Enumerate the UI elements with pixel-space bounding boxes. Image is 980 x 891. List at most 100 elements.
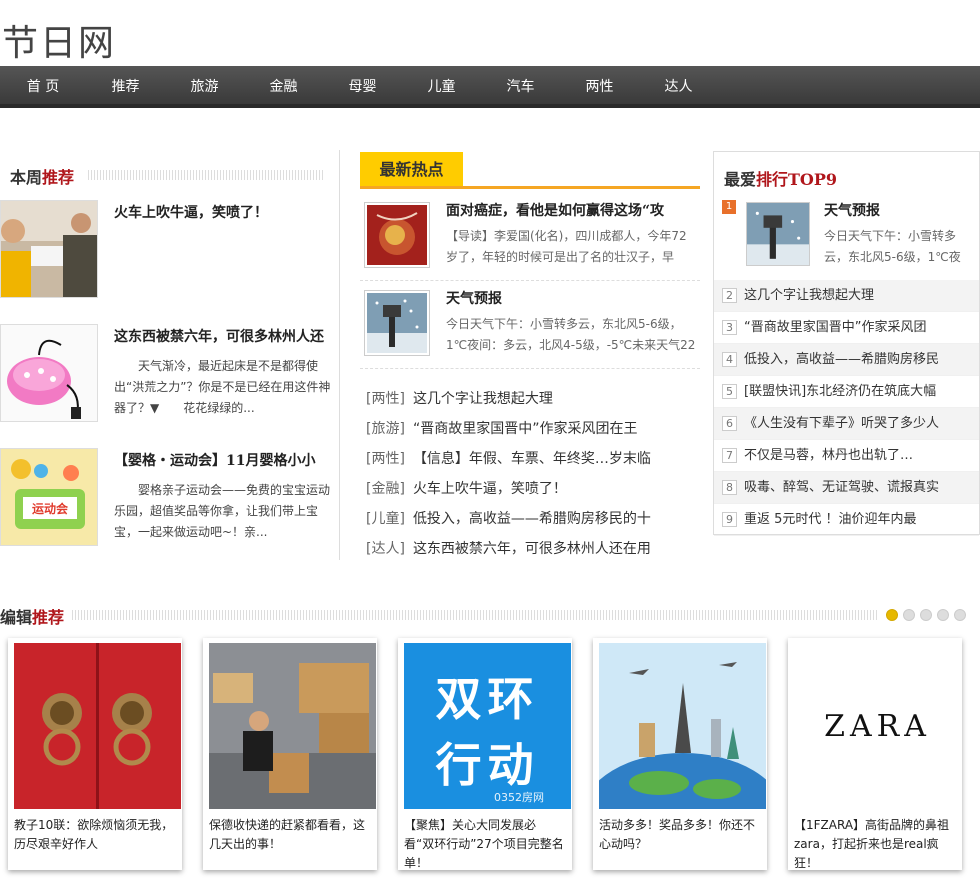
hot-list-text[interactable]: 这几个字让我想起大理 bbox=[413, 391, 553, 407]
weekly-item[interactable]: 火车上吹牛逼，笑喷了！ bbox=[0, 200, 340, 300]
travel-globe-image bbox=[599, 643, 766, 809]
ranking-top1[interactable]: 1 天气预报 今日天气下午：小雪转多云，东北风5-6级，1℃夜 bbox=[714, 196, 979, 286]
hot-list-item[interactable]: [旅游] “晋商故里家国晋中”作家采风团在王 bbox=[366, 414, 700, 444]
card-caption[interactable]: 【1FZARA】高街品牌的鼻祖zara，打起折来也是real疯狂！ bbox=[794, 816, 956, 870]
ranking-title-part: 最爱 bbox=[724, 170, 757, 189]
hot-list-category[interactable]: [旅游] bbox=[366, 421, 405, 437]
hot-list-item[interactable]: [儿童] 低投入，高收益——希腊购房移民的十 bbox=[366, 504, 700, 534]
ranking-item-text[interactable]: [联盟快讯]东北经济仍在筑底大幅 bbox=[744, 376, 974, 407]
weekly-item[interactable]: 运动会 【婴格・运动会】11月婴格小小 婴格亲子运动会——免费的宝宝运动乐园，超… bbox=[0, 448, 340, 548]
card-caption[interactable]: 【聚焦】关心大同发展必看“双环行动”27个项目完整名单！ bbox=[404, 816, 566, 870]
hot-list-item[interactable]: [两性] 这几个字让我想起大理 bbox=[366, 384, 700, 414]
hot-featured-item[interactable]: 天气预报 今日天气下午：小雪转多云，东北风5-6级，1℃夜间：多云，北风4-5级… bbox=[360, 286, 700, 368]
carousel-dots bbox=[886, 609, 966, 621]
editor-card[interactable]: ZARA 【1FZARA】高街品牌的鼻祖zara，打起折来也是real疯狂！ bbox=[788, 638, 962, 870]
svg-text:运动会: 运动会 bbox=[32, 501, 69, 516]
nav-relationship[interactable]: 两性 bbox=[560, 66, 639, 108]
ranking-item-text[interactable]: 这几个字让我想起大理 bbox=[744, 280, 974, 311]
weekly-thumb-heater[interactable] bbox=[0, 324, 98, 422]
editor-card[interactable]: 双环 行动 0352房网 【聚焦】关心大同发展必看“双环行动”27个项目完整名单… bbox=[398, 638, 572, 870]
nav-maternal[interactable]: 母婴 bbox=[323, 66, 402, 108]
carousel-dot[interactable] bbox=[903, 609, 915, 621]
hot-list-text[interactable]: 【信息】年假、车票、年终奖…岁末临 bbox=[413, 451, 651, 467]
card-image-zara[interactable]: ZARA bbox=[794, 643, 961, 809]
rank-badge: 2 bbox=[722, 288, 737, 303]
editor-card[interactable]: 活动多多！奖品多多！你还不心动吗？ bbox=[593, 638, 767, 870]
ranking-item[interactable]: 7 不仅是马蓉，林丹也出轨了… bbox=[714, 440, 979, 472]
ranking-title: 最爱排行TOP9 bbox=[724, 166, 837, 190]
hot-list-text[interactable]: 这东西被禁六年，可很多林州人还在用 bbox=[413, 541, 651, 557]
weekly-item-title[interactable]: 【婴格・运动会】11月婴格小小 bbox=[114, 450, 340, 470]
ranking-item-text[interactable]: “晋商故里家国晋中”作家采风团 bbox=[744, 312, 974, 343]
ranking-item[interactable]: 4 低投入，高收益——希腊购房移民 bbox=[714, 344, 979, 376]
carousel-dot[interactable] bbox=[886, 609, 898, 621]
weekly-item-desc: 婴格亲子运动会——免费的宝宝运动乐园，超值奖品等你拿，让我们带上宝宝，一起来做运… bbox=[114, 483, 331, 539]
card-image-delivery[interactable] bbox=[209, 643, 376, 809]
ranking-item[interactable]: 2 这几个字让我想起大理 bbox=[714, 280, 979, 312]
ranking-item-text[interactable]: 吸毒、醉驾、无证驾驶、谎报真实 bbox=[744, 472, 974, 503]
hot-thumb-cancer[interactable] bbox=[364, 202, 430, 268]
nav-home[interactable]: 首 页 bbox=[0, 66, 86, 108]
train-photo-image bbox=[1, 201, 97, 297]
rank-badge: 6 bbox=[722, 416, 737, 431]
sports-poster-image: 运动会 bbox=[1, 449, 97, 545]
card-image-shuanghuan[interactable]: 双环 行动 0352房网 bbox=[404, 643, 571, 809]
hot-news-tab[interactable]: 最新热点 bbox=[360, 152, 463, 188]
hot-thumb-weather[interactable] bbox=[364, 290, 430, 356]
weekly-item-title[interactable]: 火车上吹牛逼，笑喷了！ bbox=[114, 202, 340, 222]
hot-list-category[interactable]: [两性] bbox=[366, 391, 405, 407]
weekly-thumb-games[interactable]: 运动会 bbox=[0, 448, 98, 546]
hot-list-text[interactable]: 火车上吹牛逼，笑喷了！ bbox=[413, 481, 567, 497]
editor-title-highlight: 推荐 bbox=[32, 608, 65, 627]
delivery-scene-image bbox=[209, 643, 376, 809]
weekly-item[interactable]: 这东西被禁六年，可很多林州人还 天气渐冷，最近起床是不是都得使出“洪荒之力”？你… bbox=[0, 324, 340, 424]
ranking-item[interactable]: 3 “晋商故里家国晋中”作家采风团 bbox=[714, 312, 979, 344]
ranking-top1-title[interactable]: 天气预报 bbox=[824, 200, 880, 220]
hot-list-category[interactable]: [金融] bbox=[366, 481, 405, 497]
carousel-dot[interactable] bbox=[937, 609, 949, 621]
weekly-item-title[interactable]: 这东西被禁六年，可很多林州人还 bbox=[114, 326, 340, 346]
nav-travel[interactable]: 旅游 bbox=[165, 66, 244, 108]
editor-card[interactable]: 保德收快递的赶紧都看看，这几天出的事！ bbox=[203, 638, 377, 870]
nav-recommend[interactable]: 推荐 bbox=[86, 66, 165, 108]
hot-list-category[interactable]: [儿童] bbox=[366, 511, 405, 527]
hot-list-text[interactable]: “晋商故里家国晋中”作家采风团在王 bbox=[413, 421, 638, 437]
hot-separator bbox=[360, 280, 700, 281]
editor-card[interactable]: 教子10联：欲除烦恼须无我，历尽艰辛好作人 bbox=[8, 638, 182, 870]
hot-list-item[interactable]: [达人] 这东西被禁六年，可很多林州人还在用 bbox=[366, 534, 700, 564]
nav-experts[interactable]: 达人 bbox=[639, 66, 718, 108]
hot-featured-item[interactable]: 面对癌症，看他是如何赢得这场“攻 【导读】李爱国(化名)，四川成都人，今年72岁… bbox=[360, 198, 700, 280]
ranking-top1-thumb[interactable] bbox=[746, 202, 810, 266]
hot-featured-title[interactable]: 面对癌症，看他是如何赢得这场“攻 bbox=[446, 200, 700, 220]
ranking-item[interactable]: 6 《人生没有下辈子》听哭了多少人 bbox=[714, 408, 979, 440]
hot-list-category[interactable]: [两性] bbox=[366, 451, 405, 467]
card-image-globe[interactable] bbox=[599, 643, 766, 809]
card-caption[interactable]: 活动多多！奖品多多！你还不心动吗？ bbox=[599, 816, 761, 870]
ranking-item-text[interactable]: 不仅是马蓉，林丹也出轨了… bbox=[744, 440, 974, 471]
nav-finance[interactable]: 金融 bbox=[244, 66, 323, 108]
card-caption[interactable]: 教子10联：欲除烦恼须无我，历尽艰辛好作人 bbox=[14, 816, 176, 870]
hot-featured-title[interactable]: 天气预报 bbox=[446, 288, 700, 308]
door-knocker-image bbox=[14, 643, 181, 809]
ranking-item[interactable]: 5 [联盟快讯]东北经济仍在筑底大幅 bbox=[714, 376, 979, 408]
ranking-item-text[interactable]: 重返 5元时代 ！油价迎年内最 bbox=[744, 504, 974, 535]
carousel-dot[interactable] bbox=[920, 609, 932, 621]
hot-list-item[interactable]: [金融] 火车上吹牛逼，笑喷了！ bbox=[366, 474, 700, 504]
card-caption[interactable]: 保德收快递的赶紧都看看，这几天出的事！ bbox=[209, 816, 371, 870]
hot-list-item[interactable]: [两性] 【信息】年假、车票、年终奖…岁末临 bbox=[366, 444, 700, 474]
card-image-door[interactable] bbox=[14, 643, 181, 809]
nav-children[interactable]: 儿童 bbox=[402, 66, 481, 108]
site-logo[interactable]: 节日网 bbox=[2, 14, 116, 66]
title-divider bbox=[72, 610, 878, 620]
carousel-dot[interactable] bbox=[954, 609, 966, 621]
shuanghuan-text-line2: 行动 bbox=[435, 738, 540, 792]
ranking-item[interactable]: 8 吸毒、醉驾、无证驾驶、谎报真实 bbox=[714, 472, 979, 504]
hot-list-category[interactable]: [达人] bbox=[366, 541, 405, 557]
nav-auto[interactable]: 汽车 bbox=[481, 66, 560, 108]
ranking-item-text[interactable]: 低投入，高收益——希腊购房移民 bbox=[744, 344, 974, 375]
heater-photo-image bbox=[1, 325, 97, 421]
ranking-item-text[interactable]: 《人生没有下辈子》听哭了多少人 bbox=[744, 408, 974, 439]
ranking-item[interactable]: 9 重返 5元时代 ！油价迎年内最 bbox=[714, 504, 979, 536]
weekly-thumb-train[interactable] bbox=[0, 200, 98, 298]
hot-list-text[interactable]: 低投入，高收益——希腊购房移民的十 bbox=[413, 511, 651, 527]
